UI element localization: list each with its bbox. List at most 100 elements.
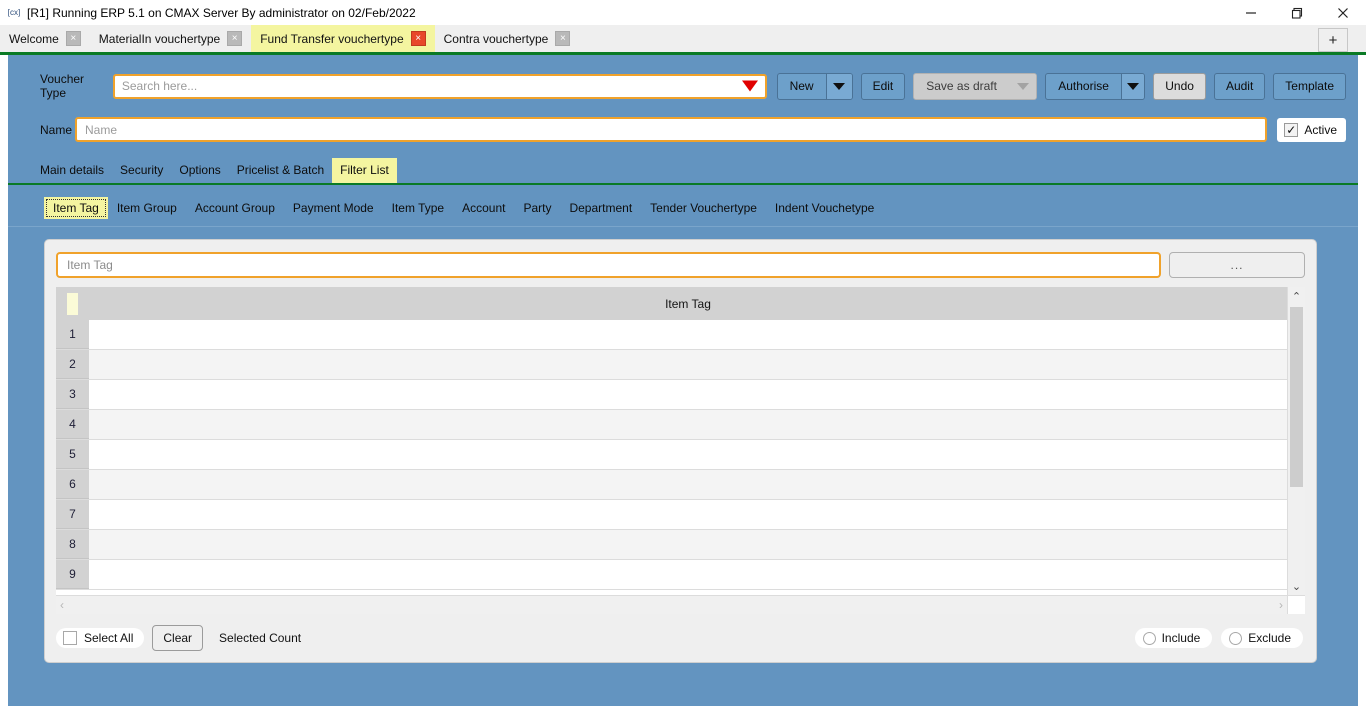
item-tag-input[interactable]	[56, 252, 1161, 278]
row-cell-item-tag[interactable]	[89, 380, 1287, 409]
new-tab-button[interactable]: +	[1318, 28, 1348, 52]
filter-tab-party[interactable]: Party	[514, 197, 560, 219]
grid-header-selector[interactable]	[56, 287, 89, 320]
browse-button[interactable]: ...	[1169, 252, 1305, 278]
radio-icon[interactable]	[1229, 631, 1243, 645]
new-dropdown-icon[interactable]	[825, 73, 852, 99]
table-row[interactable]: 8	[56, 530, 1287, 560]
radio-icon[interactable]	[1142, 631, 1156, 645]
tab-label: Account	[462, 201, 506, 215]
grid-vertical-scrollbar[interactable]: ⌃ ⌄	[1287, 287, 1305, 595]
form-surface: Voucher Type New Edit Save as draft	[8, 55, 1358, 706]
new-button[interactable]: New	[776, 72, 853, 100]
table-row[interactable]: 4	[56, 410, 1287, 440]
filter-tab-account-group[interactable]: Account Group	[186, 197, 284, 219]
authorise-button[interactable]: Authorise	[1045, 72, 1146, 100]
select-all-label: Select All	[84, 631, 134, 645]
filter-tab-payment-mode[interactable]: Payment Mode	[284, 197, 383, 219]
name-input[interactable]	[75, 117, 1268, 142]
clear-button[interactable]: Clear	[152, 625, 204, 651]
save-as-draft-button[interactable]: Save as draft	[913, 72, 1038, 100]
tab-welcome[interactable]: Welcome ×	[0, 25, 90, 52]
row-cell-item-tag[interactable]	[89, 470, 1287, 499]
document-tabstrip: Welcome × MaterialIn vouchertype × Fund …	[0, 25, 1366, 55]
tab-contra-vouchertype[interactable]: Contra vouchertype ×	[435, 25, 580, 52]
checkbox-icon[interactable]: ✓	[1284, 122, 1299, 137]
filter-tab-department[interactable]: Department	[560, 197, 641, 219]
filter-tab-item-tag[interactable]: Item Tag	[44, 197, 108, 219]
template-button[interactable]: Template	[1273, 72, 1346, 100]
close-button[interactable]	[1320, 0, 1366, 25]
tab-label: MaterialIn vouchertype	[98, 31, 221, 46]
checkbox-icon[interactable]	[63, 631, 77, 645]
tab-main-details[interactable]: Main details	[32, 158, 112, 183]
tab-label: Indent Vouchetype	[774, 201, 875, 215]
minimize-button[interactable]	[1228, 0, 1274, 25]
window-titlebar: [cx] [R1] Running ERP 5.1 on CMAX Server…	[0, 0, 1366, 25]
row-number: 8	[56, 530, 89, 559]
undo-button[interactable]: Undo	[1153, 72, 1206, 100]
filter-panel-footer: Select All Clear Selected Count Include …	[56, 614, 1305, 652]
include-radio[interactable]: Include	[1134, 628, 1213, 648]
filter-tab-tender-vouchertype[interactable]: Tender Vouchertype	[641, 197, 766, 219]
table-row[interactable]: 1	[56, 320, 1287, 350]
active-label: Active	[1304, 122, 1337, 137]
grid-column-header-item-tag[interactable]: Item Tag	[89, 297, 1287, 311]
tab-label: Main details	[40, 163, 105, 177]
table-row[interactable]: 7	[56, 500, 1287, 530]
active-checkbox-group[interactable]: ✓ Active	[1277, 117, 1346, 142]
scrollbar-corner	[1287, 595, 1305, 614]
restore-button[interactable]	[1274, 0, 1320, 25]
selector-marker	[67, 292, 78, 315]
tab-options[interactable]: Options	[171, 158, 228, 183]
row-cell-item-tag[interactable]	[89, 500, 1287, 529]
table-row[interactable]: 6	[56, 470, 1287, 500]
filter-tab-item-group[interactable]: Item Group	[108, 197, 186, 219]
row-cell-item-tag[interactable]	[89, 440, 1287, 469]
authorise-dropdown-icon[interactable]	[1120, 73, 1145, 99]
tab-fund-transfer-vouchertype[interactable]: Fund Transfer vouchertype ×	[251, 25, 435, 52]
filter-tab-indent-vouchetype[interactable]: Indent Vouchetype	[766, 197, 883, 219]
tab-close-icon[interactable]: ×	[65, 31, 81, 46]
scroll-left-icon[interactable]: ‹	[60, 598, 64, 612]
select-all-checkbox-group[interactable]: Select All	[56, 628, 145, 648]
row-cell-item-tag[interactable]	[89, 530, 1287, 559]
selected-count-label: Selected Count	[219, 631, 302, 645]
tab-filter-list[interactable]: Filter List	[332, 158, 397, 183]
exclude-label: Exclude	[1248, 631, 1291, 645]
tab-close-icon[interactable]: ×	[227, 31, 243, 46]
row-cell-item-tag[interactable]	[89, 410, 1287, 439]
audit-button-label: Audit	[1225, 79, 1254, 93]
audit-button[interactable]: Audit	[1213, 72, 1266, 100]
row-cell-item-tag[interactable]	[89, 320, 1287, 349]
vertical-scroll-thumb[interactable]	[1290, 307, 1303, 487]
row-number: 9	[56, 560, 89, 589]
table-row[interactable]: 2	[56, 350, 1287, 380]
row-number: 2	[56, 350, 89, 379]
tab-security[interactable]: Security	[112, 158, 171, 183]
row-number: 6	[56, 470, 89, 499]
tab-materialin-vouchertype[interactable]: MaterialIn vouchertype ×	[90, 25, 251, 52]
tab-label: Pricelist & Batch	[236, 163, 325, 177]
table-row[interactable]: 9	[56, 560, 1287, 590]
table-row[interactable]: 3	[56, 380, 1287, 410]
exclude-radio[interactable]: Exclude	[1221, 628, 1303, 648]
filter-tab-account[interactable]: Account	[453, 197, 514, 219]
vertical-scroll-track[interactable]	[1288, 305, 1305, 577]
grid-horizontal-scrollbar[interactable]: ‹ ›	[56, 595, 1287, 614]
voucher-type-search-input[interactable]	[112, 73, 767, 99]
scroll-down-icon[interactable]: ⌄	[1288, 577, 1305, 595]
tab-close-icon[interactable]: ×	[410, 31, 426, 46]
tab-close-icon[interactable]: ×	[555, 31, 571, 46]
table-row[interactable]: 5	[56, 440, 1287, 470]
row-cell-item-tag[interactable]	[89, 350, 1287, 379]
edit-button[interactable]: Edit	[860, 72, 906, 100]
filter-tab-item-type[interactable]: Item Type	[383, 197, 453, 219]
row-cell-item-tag[interactable]	[89, 560, 1287, 589]
save-as-draft-dropdown-icon[interactable]	[1008, 73, 1037, 99]
tab-pricelist-and-batch[interactable]: Pricelist & Batch	[229, 158, 332, 183]
scroll-right-icon[interactable]: ›	[1279, 598, 1283, 612]
grid-body: 1 2 3 4 5 6 7 8 9	[56, 320, 1287, 595]
scroll-up-icon[interactable]: ⌃	[1288, 287, 1305, 305]
name-row: Name ✓ Active	[8, 100, 1358, 142]
